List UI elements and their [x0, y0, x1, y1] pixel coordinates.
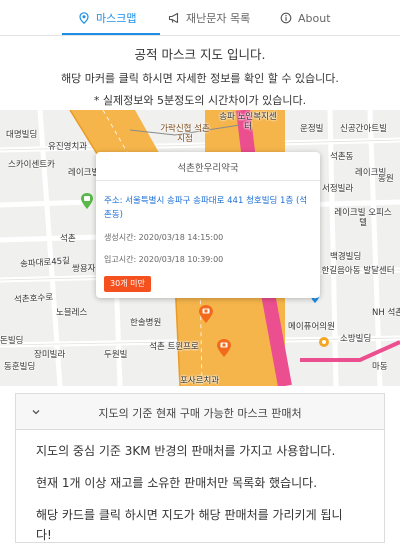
map-label: 유진영치과 [48, 142, 88, 152]
map-label: 두원빌 [104, 350, 128, 360]
map-label: 장미빌라 [34, 350, 66, 360]
place-marker-icon[interactable] [318, 336, 330, 348]
tab-disaster-messages[interactable]: 재난문자 목록 [168, 0, 250, 36]
pharmacy-pin-icon[interactable] [216, 338, 232, 358]
map-label: 쌍용자 [72, 264, 96, 274]
divider [96, 180, 320, 181]
info-text: 다! [36, 528, 52, 542]
stocked-time: 입고시간: 2020/03/18 10:39:00 [104, 255, 224, 264]
map-label: 스카이센트카 [8, 160, 55, 170]
map-label: 서정빌라 [322, 184, 354, 194]
map-label: 가락신협 석촌지점 [160, 124, 210, 144]
map-label: 레이크빌 오피스텔 [334, 208, 392, 228]
map-label: 동원 [378, 174, 394, 184]
info-text: 현재 1개 이상 재고를 소유한 판매처만 목록화 했습니다. [36, 476, 318, 490]
map-label: 대명빌딩 [6, 130, 38, 140]
tab-label: About [298, 11, 331, 25]
tab-bar: 마스크맵 재난문자 목록 About [0, 0, 400, 36]
accordion-header[interactable]: 지도의 기준 현재 구매 가능한 마스크 판매처 [16, 394, 384, 430]
map-label: 운정빌 [300, 124, 324, 134]
map-label: 마동 [372, 362, 388, 372]
map-label: 레이크빌 [68, 168, 100, 178]
map-label: 한길음아동 발달센터 [321, 266, 395, 276]
tab-mask-map[interactable]: 마스크맵 [78, 0, 136, 36]
created-time: 생성시간: 2020/03/18 14:15:00 [104, 233, 224, 242]
info-text: 해당 카드를 클릭 하시면 지도가 해당 판매처를 가리키게 됩니 [36, 508, 343, 522]
map-label: 소방빌딩 [340, 334, 372, 344]
pharmacy-pin-icon[interactable] [198, 304, 214, 324]
pharmacy-address[interactable]: 주소: 서울특별시 송파구 송파대로 441 청호빌딩 1층 (석촌동) [104, 194, 314, 222]
tab-about[interactable]: About [280, 0, 331, 36]
map-label: 돈빌딩 [0, 336, 24, 346]
map-label: 백경빌딩 [330, 252, 362, 262]
pharmacy-name: 석촌한우리약국 [177, 163, 239, 174]
map-label: 포사르치과 [180, 376, 220, 386]
map-label: 석촌동 [330, 152, 354, 162]
info-icon [280, 12, 292, 24]
megaphone-icon [168, 12, 179, 24]
map-label: 동훈빌딩 [4, 362, 36, 372]
map-label: 석촌 [60, 234, 76, 244]
pharmacy-info-popup[interactable]: 석촌한우리약국 주소: 서울특별시 송파구 송파대로 441 청호빌딩 1층 (… [96, 152, 320, 298]
stock-status-badge: 30개 미만 [104, 276, 151, 292]
tab-label: 재난문자 목록 [186, 12, 251, 25]
map-pin-icon [79, 12, 89, 24]
map-label: 노블레스 [56, 308, 88, 318]
tab-label: 마스크맵 [96, 12, 137, 25]
intro-title: 공적 마스크 지도 입니다. [134, 47, 266, 62]
map-label: 신공간아트빌 [340, 124, 387, 134]
map-label: 송파 노인복지센터 [219, 112, 277, 132]
intro-notice: * 실제정보와 5분정도의 시간차이가 있습니다. [93, 94, 307, 107]
intro-instruction: 해당 마커를 클릭 하시면 자세한 정보를 확인 할 수 있습니다. [61, 72, 339, 85]
map-label: 메이퓨어의원 [288, 322, 335, 332]
mask-map[interactable]: 대명빌딩 유진영치과 스카이센트카 레이크빌 가락신협 석촌지점 송파 노인복지… [0, 110, 400, 386]
green-location-pin-icon[interactable] [80, 192, 94, 210]
accordion-title: 지도의 기준 현재 구매 가능한 마스크 판매처 [98, 407, 302, 420]
seller-list-accordion: 지도의 기준 현재 구매 가능한 마스크 판매처 지도의 중심 기준 3KM 반… [15, 393, 385, 543]
info-text: 지도의 중심 기준 3KM 반경의 판매처를 가지고 사용합니다. [36, 444, 336, 458]
map-label: 석촌 트윈프로 [149, 342, 199, 352]
map-label: NH 석촌 [372, 308, 400, 318]
map-label: 한솔병원 [130, 318, 162, 328]
active-tab-indicator [62, 33, 160, 35]
